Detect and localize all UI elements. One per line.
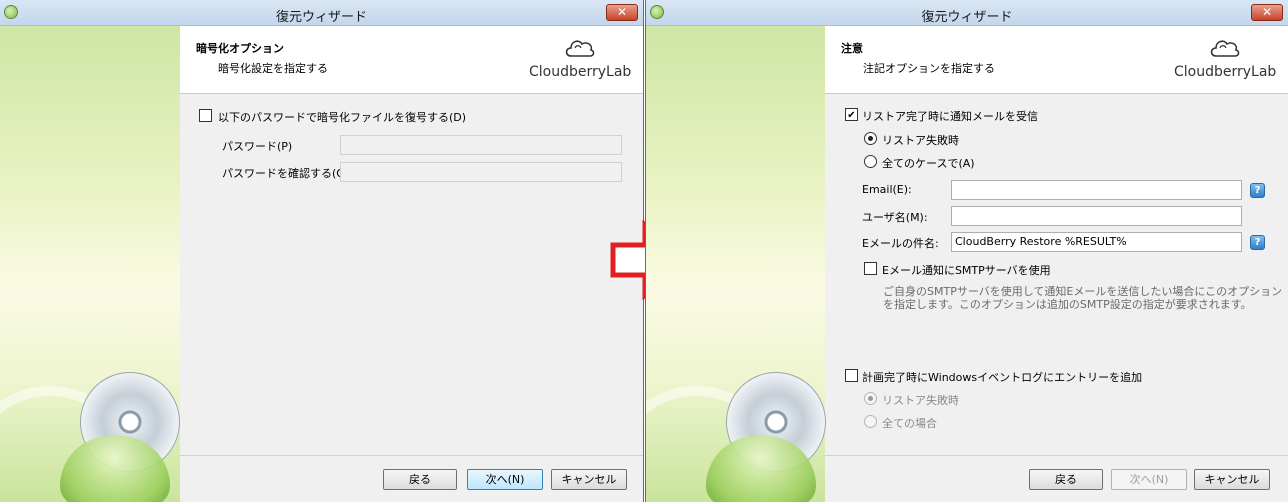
decrypt-checkbox[interactable] bbox=[199, 109, 212, 122]
username-field[interactable] bbox=[951, 206, 1242, 226]
eventlog-radio-all-label: 全ての場合 bbox=[882, 417, 937, 430]
notify-email-checkbox[interactable] bbox=[845, 108, 858, 121]
subject-help-icon[interactable]: ? bbox=[1250, 235, 1265, 250]
wizard-window-encryption: 復元ウィザード ✕ 暗号化オプション 暗号化設定を指定する Cloudberry… bbox=[0, 0, 644, 502]
decrypt-checkbox-label[interactable]: 以下のパスワードで暗号化ファイルを復号する(D) bbox=[218, 109, 466, 125]
smtp-checkbox-label[interactable]: Eメール通知にSMTPサーバを使用 bbox=[882, 262, 1051, 278]
eventlog-checkbox-label[interactable]: 計画完了時にWindowsイベントログにエントリーを追加 bbox=[862, 369, 1142, 385]
smtp-note-line1: ご自身のSMTPサーバを使用して通知Eメールを送信したい場合にこのオプション bbox=[883, 285, 1283, 298]
eventlog-radio-all[interactable] bbox=[864, 415, 877, 428]
eventlog-radio-failed-label: リストア失敗時 bbox=[882, 394, 959, 407]
subject-label: Eメールの件名: bbox=[862, 237, 939, 250]
cancel-button[interactable]: キャンセル bbox=[1194, 469, 1270, 490]
window-title: 復元ウィザード bbox=[921, 10, 1013, 25]
eventlog-radio-failed[interactable] bbox=[864, 392, 877, 405]
wizard-footer: 戻る 次へ(N) キャンセル bbox=[180, 455, 643, 502]
smtp-note-line2: を指定します。このオプションは追加のSMTP設定の指定が要求されます。 bbox=[883, 298, 1252, 311]
confirm-password-field[interactable] bbox=[340, 162, 622, 182]
page-subtitle: 暗号化設定を指定する bbox=[218, 62, 328, 75]
password-field[interactable] bbox=[340, 135, 622, 155]
close-button[interactable]: ✕ bbox=[1251, 4, 1283, 21]
cancel-button[interactable]: キャンセル bbox=[551, 469, 627, 490]
email-field[interactable] bbox=[951, 180, 1242, 200]
title-bar: 復元ウィザード ✕ bbox=[0, 0, 643, 26]
password-label: パスワード(P) bbox=[222, 140, 293, 153]
smtp-checkbox[interactable] bbox=[864, 262, 877, 275]
title-bar: 復元ウィザード ✕ bbox=[646, 0, 1288, 26]
radio-restore-failed[interactable] bbox=[864, 132, 877, 145]
wizard-sidebar-image bbox=[646, 26, 826, 502]
radio-all-cases[interactable] bbox=[864, 155, 877, 168]
wizard-window-notification: 復元ウィザード ✕ 注意 注記オプションを指定する CloudberryLab … bbox=[645, 0, 1288, 502]
subject-field[interactable]: CloudBerry Restore %RESULT% bbox=[951, 232, 1242, 252]
window-title: 復元ウィザード bbox=[275, 10, 367, 25]
close-button[interactable]: ✕ bbox=[606, 4, 638, 21]
email-help-icon[interactable]: ? bbox=[1250, 183, 1265, 198]
eventlog-checkbox[interactable] bbox=[845, 369, 858, 382]
wizard-sidebar-image bbox=[0, 26, 180, 502]
radio-all-cases-label[interactable]: 全てのケースで(A) bbox=[882, 155, 975, 171]
back-button[interactable]: 戻る bbox=[1029, 469, 1103, 490]
username-label: ユーザ名(M): bbox=[862, 211, 928, 224]
wizard-header: 注意 注記オプションを指定する CloudberryLab bbox=[825, 26, 1288, 94]
back-button[interactable]: 戻る bbox=[383, 469, 457, 490]
cloud-logo-icon bbox=[1210, 40, 1240, 57]
cloudberry-logo: CloudberryLab bbox=[529, 36, 632, 88]
brand-name: CloudberryLab bbox=[529, 64, 632, 80]
page-subtitle: 注記オプションを指定する bbox=[863, 62, 995, 75]
notify-email-checkbox-label[interactable]: リストア完了時に通知メールを受信 bbox=[862, 108, 1038, 124]
next-button[interactable]: 次へ(N) bbox=[1111, 469, 1187, 490]
radio-restore-failed-label[interactable]: リストア失敗時 bbox=[882, 132, 959, 148]
page-title: 暗号化オプション bbox=[196, 42, 284, 55]
cloud-logo-icon bbox=[565, 40, 595, 57]
brand-name: CloudberryLab bbox=[1174, 64, 1277, 80]
wizard-header: 暗号化オプション 暗号化設定を指定する CloudberryLab bbox=[180, 26, 643, 94]
next-button[interactable]: 次へ(N) bbox=[467, 469, 543, 490]
confirm-password-label: パスワードを確認する(O) bbox=[222, 167, 350, 180]
wizard-footer: 戻る 次へ(N) キャンセル bbox=[825, 455, 1288, 502]
cloudberry-logo: CloudberryLab bbox=[1174, 36, 1277, 88]
page-title: 注意 bbox=[841, 42, 863, 55]
email-label: Email(E): bbox=[862, 183, 912, 196]
